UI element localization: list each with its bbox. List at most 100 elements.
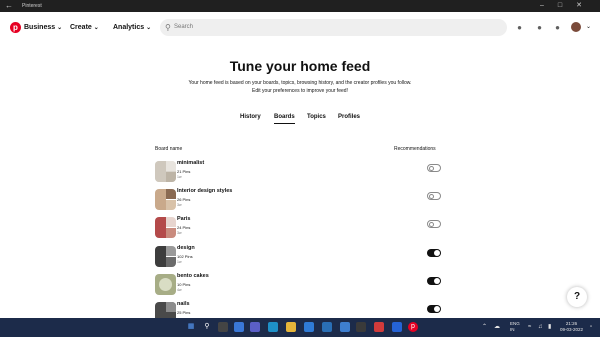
board-thumbnail <box>155 217 176 238</box>
messages-icon[interactable]: ● <box>535 23 544 32</box>
board-name[interactable]: bento cakes <box>177 273 209 279</box>
teams-icon[interactable] <box>250 322 260 332</box>
column-header-board-name: Board name <box>155 146 183 152</box>
wifi-icon[interactable]: ≈ <box>528 324 531 331</box>
toggle-knob <box>428 193 434 199</box>
help-button[interactable]: ? <box>567 287 587 307</box>
board-name[interactable]: design <box>177 245 195 251</box>
board-name[interactable]: Interior design styles <box>177 188 232 194</box>
window-title: Pinterest <box>22 3 42 9</box>
taskbar: ▦ ⚲ p ⌃ ☁ ENG IN ≈ ♫ ▮ 21:26 09-03-2022 … <box>0 318 600 337</box>
avatar[interactable] <box>571 22 581 32</box>
board-age: 4w <box>177 288 182 292</box>
start-icon[interactable]: ▦ <box>186 322 196 332</box>
clock[interactable]: 21:26 09-03-2022 <box>560 321 583 333</box>
description-line: Edit your preferences to improve your fe… <box>252 87 348 94</box>
pinterest-logo-icon[interactable]: p <box>10 22 21 33</box>
board-pin-count: 24 Pins <box>177 225 191 230</box>
recommendations-toggle[interactable] <box>427 277 441 285</box>
toggle-knob <box>434 250 440 256</box>
search-input[interactable]: ⚲ Search <box>160 19 507 36</box>
nav-create-label: Create <box>70 24 92 31</box>
description-line: Your home feed is based on your boards, … <box>188 80 412 86</box>
board-age: 1w <box>177 175 182 179</box>
board-thumbnail <box>155 246 176 267</box>
search-placeholder: Search <box>174 24 194 30</box>
widgets-icon[interactable] <box>234 322 244 332</box>
chevron-down-icon: ⌄ <box>57 25 63 31</box>
board-pin-count: 26 Pins <box>177 197 191 202</box>
tab-boards[interactable]: Boards <box>274 114 295 120</box>
board-row: minimalist 21 Pins 1w <box>155 160 445 186</box>
board-age: 3w <box>177 203 182 207</box>
search-icon: ⚲ <box>165 23 171 32</box>
chevron-up-icon[interactable]: ⌃ <box>482 324 487 331</box>
board-name[interactable]: minimalist <box>177 160 204 166</box>
toggle-knob <box>428 221 434 227</box>
task-view-icon[interactable] <box>218 322 228 332</box>
toggle-knob <box>434 278 440 284</box>
nav-create[interactable]: Create ⌄ <box>70 22 99 34</box>
board-row: design 102 Pins 1w <box>155 245 445 271</box>
board-row: bento cakes 10 Pins 4w <box>155 273 445 299</box>
board-thumbnail <box>155 274 176 295</box>
chevron-down-icon: ⌄ <box>93 25 99 31</box>
active-tab-indicator <box>274 123 295 125</box>
board-pin-count: 10 Pins <box>177 282 191 287</box>
clock-date: 09-03-2022 <box>560 327 584 332</box>
board-age: 1w <box>177 260 182 264</box>
tab-profiles[interactable]: Profiles <box>338 114 360 120</box>
nav-analytics[interactable]: Analytics ⌄ <box>113 22 151 34</box>
recommendations-toggle[interactable] <box>427 249 441 257</box>
toggle-knob <box>434 306 440 312</box>
board-name[interactable]: Paris <box>177 216 190 222</box>
page-title: Tune your home feed <box>229 58 371 74</box>
mail-icon[interactable] <box>322 322 332 332</box>
board-pin-count: 25 Pins <box>177 310 191 315</box>
board-row: Interior design styles 26 Pins 3w <box>155 188 445 214</box>
notifications-icon[interactable]: ▫ <box>590 324 592 331</box>
help-icon[interactable]: ● <box>553 23 562 32</box>
store-icon[interactable] <box>304 322 314 332</box>
tab-history[interactable]: History <box>240 114 261 120</box>
nav-business-label: Business <box>24 24 56 31</box>
toggle-knob <box>428 165 434 171</box>
cloud-icon[interactable]: ☁ <box>494 324 500 331</box>
board-thumbnail <box>155 161 176 182</box>
netflix-icon[interactable] <box>374 322 384 332</box>
board-age: 3w <box>177 231 182 235</box>
app-icon[interactable] <box>340 322 350 332</box>
page-description: Your home feed is based on your boards, … <box>140 80 460 95</box>
bell-icon[interactable]: ● <box>515 23 524 32</box>
tab-topics[interactable]: Topics <box>307 114 326 120</box>
app-icon[interactable] <box>392 322 402 332</box>
language-line: IN <box>510 327 515 332</box>
language-indicator[interactable]: ENG IN <box>510 321 520 333</box>
board-row: Paris 24 Pins 3w <box>155 216 445 242</box>
recommendations-toggle[interactable] <box>427 164 441 172</box>
search-icon[interactable]: ⚲ <box>202 322 212 332</box>
app-header: p Business ⌄ Create ⌄ Analytics ⌄ ⚲ Search … <box>0 12 600 44</box>
chevron-down-icon: ⌄ <box>146 25 152 31</box>
board-name[interactable]: nails <box>177 301 190 307</box>
volume-icon[interactable]: ♫ <box>538 324 543 331</box>
window-controls[interactable]: –□✕ <box>540 0 596 12</box>
app-icon[interactable] <box>356 322 366 332</box>
edge-icon[interactable] <box>268 322 278 332</box>
pinterest-icon[interactable]: p <box>408 322 418 332</box>
board-pin-count: 21 Pins <box>177 169 191 174</box>
column-header-recommendations: Recommendations <box>394 146 436 152</box>
board-row: nails 25 Pins <box>155 301 445 318</box>
chevron-down-icon[interactable]: ⌄ <box>586 22 591 33</box>
recommendations-toggle[interactable] <box>427 305 441 313</box>
board-pin-count: 102 Pins <box>177 254 193 259</box>
window-titlebar: ← Pinterest –□✕ <box>0 0 600 12</box>
file-explorer-icon[interactable] <box>286 322 296 332</box>
recommendations-toggle[interactable] <box>427 192 441 200</box>
nav-business[interactable]: Business ⌄ <box>24 22 62 34</box>
recommendations-toggle[interactable] <box>427 220 441 228</box>
back-arrow-icon[interactable]: ← <box>5 0 13 12</box>
battery-icon[interactable]: ▮ <box>548 324 551 331</box>
board-thumbnail <box>155 189 176 210</box>
board-thumbnail <box>155 302 176 318</box>
